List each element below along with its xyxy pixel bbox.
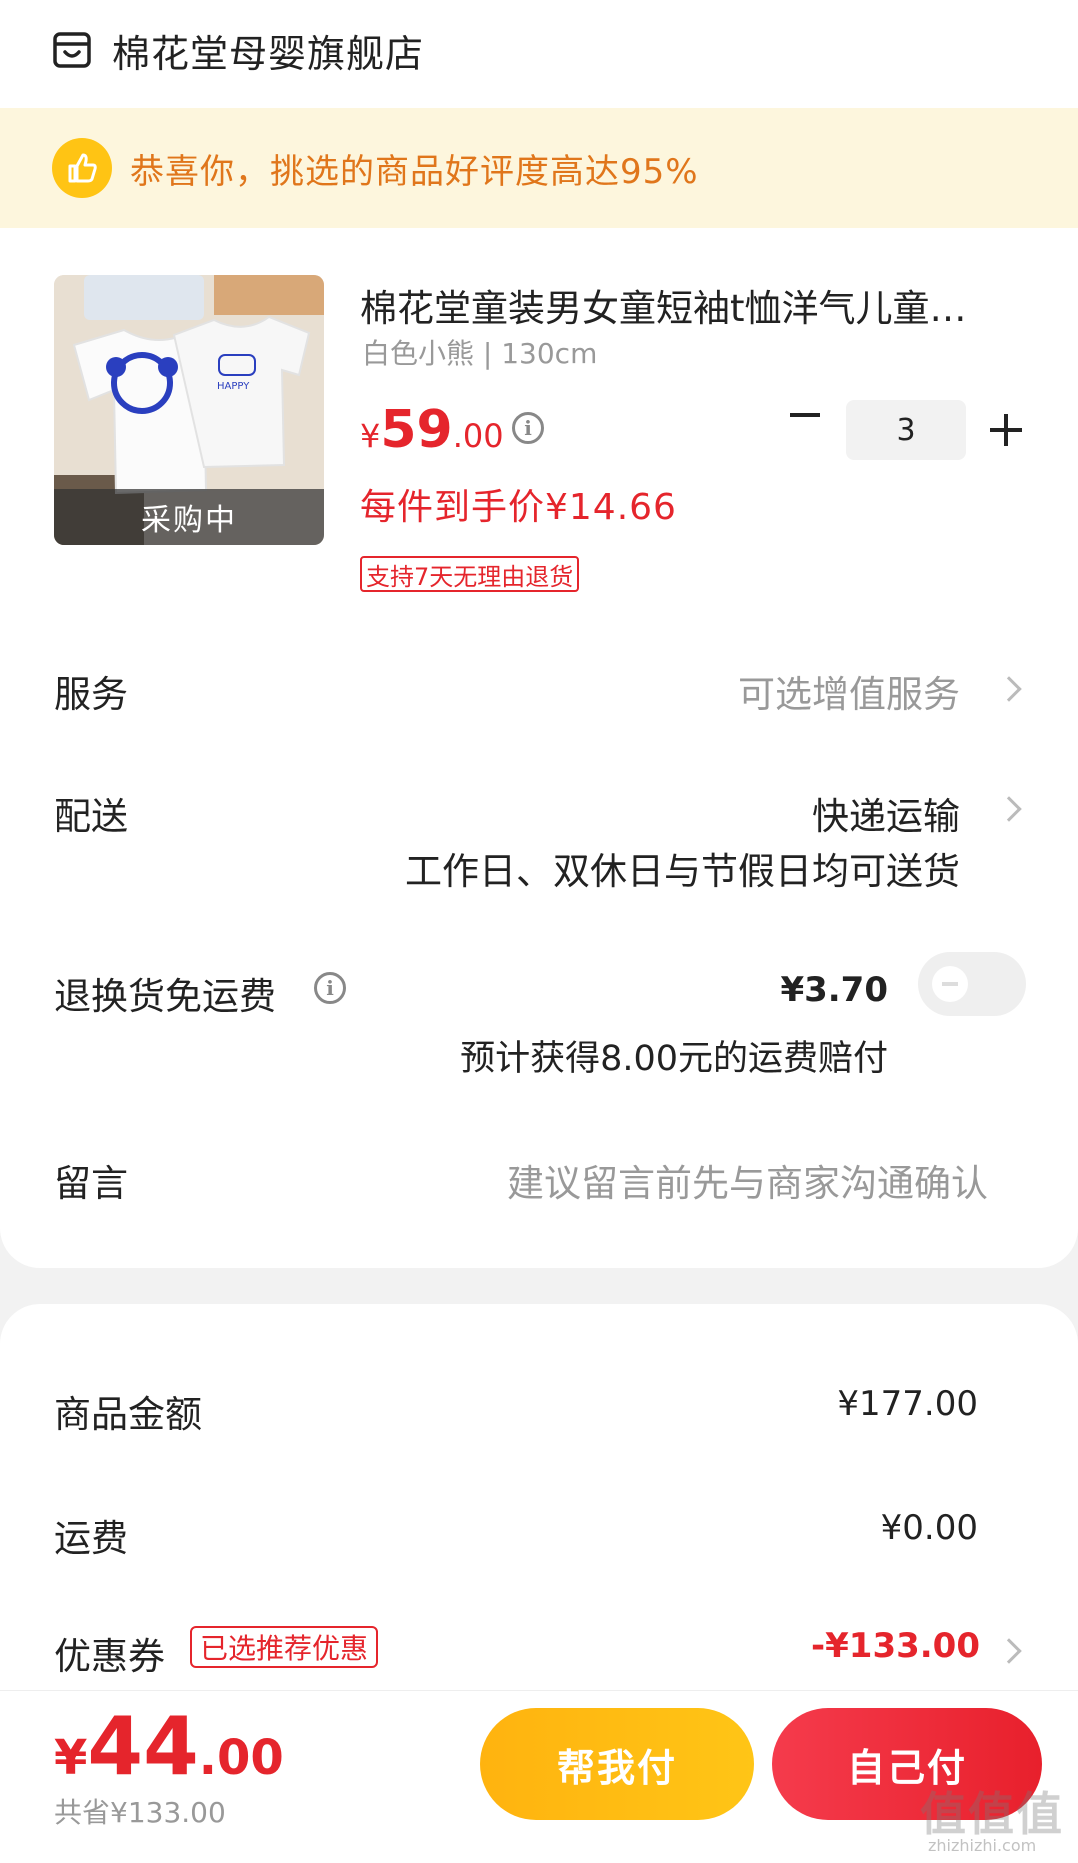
price-decimal: .00 (452, 417, 504, 455)
price-symbol: ¥ (360, 417, 381, 455)
message-input[interactable]: 建议留言前先与商家沟通确认 (507, 1153, 988, 1207)
return-shipping-info-icon[interactable]: i (314, 972, 346, 1004)
coupon-value[interactable]: -¥133.00 (811, 1626, 980, 1666)
delivery-label: 配送 (54, 795, 128, 838)
each-price: 每件到手价¥14.66 (360, 487, 677, 528)
watermark-url: zhizhizhi.com (928, 1836, 1037, 1855)
rating-banner: 恭喜你，挑选的商品好评度高达95% (0, 108, 1078, 228)
purchase-status: 采购中 (54, 489, 324, 545)
saved-amount: 共省¥133.00 (54, 1796, 226, 1829)
toggle-knob (932, 966, 968, 1002)
shop-header[interactable]: 棉花堂母婴旗舰店 (52, 22, 424, 78)
goods-amount-label: 商品金额 (54, 1393, 202, 1436)
service-label: 服务 (54, 673, 128, 716)
total-decimal: .00 (198, 1730, 284, 1786)
return-shipping-label: 退换货免运费 (54, 975, 276, 1018)
return-shipping-price: ¥3.70 (780, 970, 888, 1010)
delivery-note: 工作日、双休日与节假日均可送货 (405, 850, 960, 893)
shipping-fee-value: ¥0.00 (880, 1508, 978, 1548)
quantity-input[interactable]: 3 (846, 400, 966, 460)
unit-price: ¥ 59 .00 (360, 400, 504, 460)
product-spec[interactable]: 白色小熊 | 130cm (362, 332, 597, 372)
help-pay-button[interactable]: 帮我付 (480, 1708, 754, 1820)
delivery-value[interactable]: 快递运输 (812, 786, 960, 840)
watermark: 值值值 (920, 1787, 1064, 1841)
quantity-increase-button[interactable] (990, 414, 1022, 446)
price-integer: 59 (380, 400, 453, 460)
coupon-label: 优惠券 (54, 1635, 165, 1678)
coupon-selected-tag[interactable]: 已选推荐优惠 (190, 1626, 379, 1668)
quantity-decrease-button[interactable] (790, 413, 820, 417)
thumbs-up-icon (52, 138, 112, 198)
shipping-fee-label: 运费 (54, 1517, 128, 1560)
product-title[interactable]: 棉花堂童装男女童短袖t恤洋气儿童… (360, 278, 1000, 332)
total-price: ¥ 44 .00 (54, 1700, 284, 1793)
price-info-icon[interactable]: i (512, 412, 544, 444)
banner-text: 恭喜你，挑选的商品好评度高达95% (130, 151, 699, 192)
store-icon (53, 32, 91, 68)
return-shipping-toggle[interactable] (918, 952, 1026, 1016)
return-shipping-note: 预计获得8.00元的运费赔付 (460, 1039, 888, 1079)
product-image[interactable]: HAPPY 采购中 (54, 275, 324, 545)
return-policy-tag: 支持7天无理由退货 (360, 556, 580, 592)
service-value[interactable]: 可选增值服务 (738, 664, 960, 718)
svg-text:HAPPY: HAPPY (217, 381, 250, 392)
goods-amount-value: ¥177.00 (837, 1384, 978, 1424)
total-symbol: ¥ (54, 1730, 88, 1786)
message-label: 留言 (54, 1162, 128, 1205)
shop-name: 棉花堂母婴旗舰店 (112, 31, 425, 76)
total-integer: 44 (87, 1700, 199, 1793)
